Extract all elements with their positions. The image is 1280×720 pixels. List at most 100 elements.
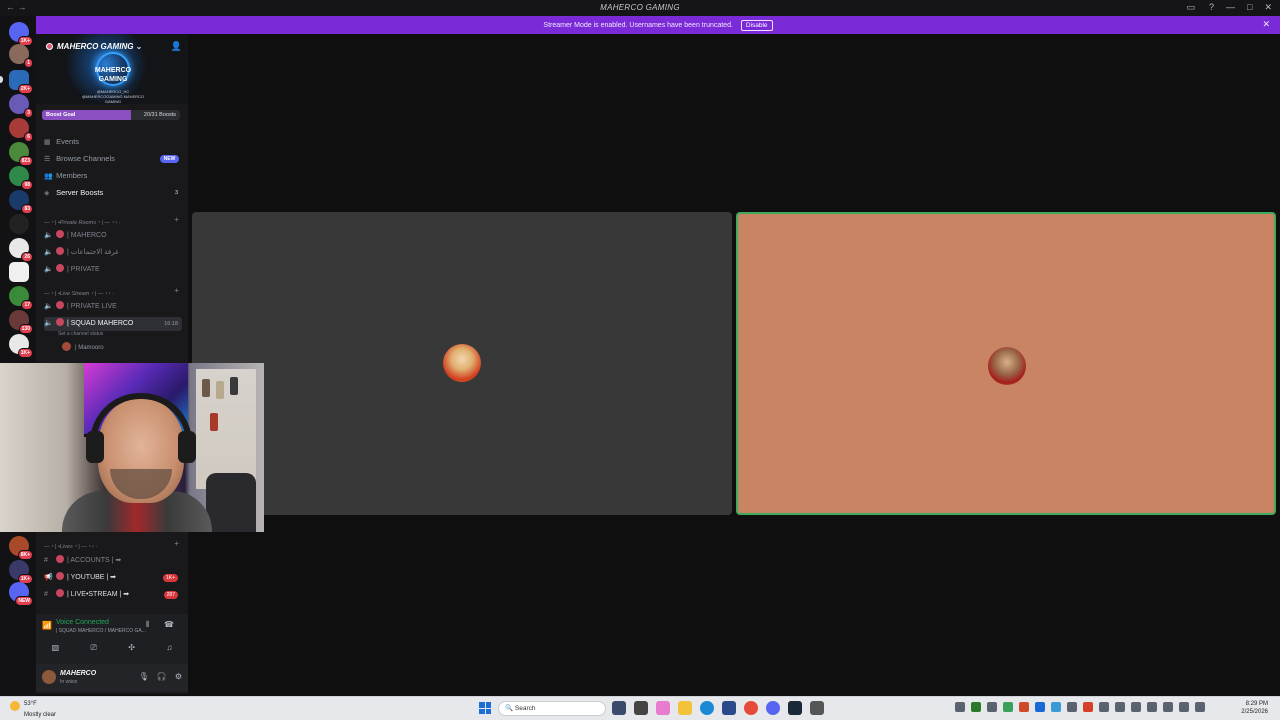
category-live-stream[interactable]: —・| •Live Stream・| —・‹ · <box>44 289 114 297</box>
user-panel: MAHERCO In voice 🎙 🎧 ⚙ <box>36 664 188 692</box>
close-window-button[interactable]: ✕ <box>1264 2 1272 13</box>
voice-channel-private-live[interactable]: 🔈 | PRIVATE LIVE <box>44 300 182 314</box>
server-header[interactable]: MAHERCO GAMING ⌄ 👤 MAHERCO GAMING @MAHER… <box>36 34 188 104</box>
invite-people-icon[interactable]: 👤 <box>171 41 182 52</box>
text-channel-accounts[interactable]: # | ACCOUNTS | ➡ <box>44 554 182 568</box>
category-private-rooms[interactable]: —・| •Private Rooms・| —・‹ · <box>44 218 121 226</box>
server-boosts-count: 3 <box>174 190 178 196</box>
add-channel-icon[interactable]: + <box>174 215 179 224</box>
noise-suppression-icon[interactable]: ⦀ <box>146 620 150 630</box>
screen-share-icon[interactable]: ⎚ <box>91 643 97 653</box>
participant-avatar <box>443 344 481 382</box>
app-icon[interactable] <box>634 701 648 715</box>
server-icon[interactable]: NEW <box>9 582 33 606</box>
new-badge: NEW <box>160 155 179 163</box>
participant-tile[interactable] <box>192 212 732 515</box>
server-boosts-link[interactable]: ◈ Server Boosts <box>44 187 103 199</box>
voice-connection-panel: 📶 Voice Connected | SQUAD MAHERCO / MAHE… <box>36 614 188 664</box>
clock[interactable]: 8:29 PM 2/25/2026 <box>1241 700 1268 716</box>
server-icon[interactable]: 26 <box>9 238 33 262</box>
server-icon[interactable]: 6 <box>9 118 33 142</box>
system-tray[interactable] <box>955 702 1205 712</box>
server-icon[interactable]: 17 <box>9 286 33 310</box>
avatar <box>62 342 71 351</box>
signal-icon[interactable]: 📶 <box>42 621 52 630</box>
voice-call-stage <box>188 34 1280 696</box>
weather-widget[interactable]: 53°F Mostly clear <box>10 700 56 719</box>
server-icon[interactable]: 98 <box>9 166 33 190</box>
app-icon[interactable] <box>722 701 736 715</box>
direct-messages-icon[interactable]: 1K+ <box>9 22 33 46</box>
server-icon-active[interactable]: 2K+ <box>9 70 33 94</box>
disconnect-icon[interactable]: ☎ <box>164 620 174 629</box>
channel-status[interactable]: Set a channel status <box>58 331 103 337</box>
server-icon[interactable]: 83 <box>9 190 33 214</box>
server-icon[interactable]: 130 <box>9 310 33 334</box>
boost-icon: ◈ <box>44 190 50 197</box>
server-icon[interactable]: 1K+ <box>9 334 33 358</box>
voice-channel-meetings[interactable]: 🔈 | غرفة الاجتماعات <box>44 246 182 260</box>
help-icon[interactable]: ? <box>1209 2 1214 13</box>
server-icon[interactable]: 1 <box>9 44 33 68</box>
server-icon[interactable] <box>9 214 29 234</box>
voice-channel-private[interactable]: 🔈 | PRIVATE <box>44 263 182 277</box>
file-explorer-icon[interactable] <box>678 701 692 715</box>
server-icon[interactable]: 823 <box>9 142 33 166</box>
speaker-icon: 🔈 <box>44 266 53 273</box>
members-icon: 👥 <box>44 173 53 180</box>
microphone-icon[interactable]: 🎙 <box>139 672 149 681</box>
app-icon[interactable] <box>656 701 670 715</box>
close-banner-icon[interactable]: ✕ <box>1262 19 1270 30</box>
minimize-button[interactable]: — <box>1226 2 1235 13</box>
text-channel-livestream[interactable]: # | LIVE•STREAM | ➡ 287 <box>44 588 182 602</box>
soundboard-icon[interactable]: ♫ <box>166 643 172 653</box>
task-view-icon[interactable] <box>612 701 626 715</box>
disable-streamer-mode-button[interactable]: Disable <box>740 20 773 31</box>
hashtag-icon: # <box>44 591 48 598</box>
boost-goal-bar[interactable]: Boost Goal 20/31 Boosts <box>42 110 180 120</box>
voice-channel-squad-maherco[interactable]: 🔈 | SQUAD MAHERCO 16:18 <box>44 317 182 331</box>
browse-channels-link[interactable]: ☰ Browse Channels <box>44 153 115 165</box>
headphones-icon[interactable]: 🎧 <box>157 672 167 681</box>
start-button[interactable] <box>479 702 491 714</box>
streamer-mode-banner: Streamer Mode is enabled. Usernames have… <box>36 16 1280 34</box>
events-link[interactable]: ▦ Events <box>44 136 79 148</box>
weather-icon <box>10 701 20 711</box>
voice-member[interactable]: | Mamooro <box>62 342 104 353</box>
voice-channel-path[interactable]: | SQUAD MAHERCO / MAHERCO GA... <box>56 628 160 634</box>
avatar[interactable] <box>42 670 56 684</box>
server-icon[interactable] <box>9 262 29 282</box>
speaker-icon: 🔈 <box>44 303 53 310</box>
speaker-icon: 🔈 <box>44 320 53 327</box>
webcam-overlay <box>0 363 264 532</box>
server-icon[interactable]: 8K+ <box>9 536 33 560</box>
server-name[interactable]: MAHERCO GAMING ⌄ <box>46 42 142 51</box>
inbox-icon[interactable]: ▭ <box>1186 2 1195 13</box>
settings-gear-icon[interactable]: ⚙ <box>175 672 182 681</box>
speaker-icon: 🔈 <box>44 232 53 239</box>
voice-channel-maherco[interactable]: 🔈 | MAHERCO <box>44 229 182 243</box>
hashtag-icon: # <box>44 557 48 564</box>
camera-icon[interactable]: ▧ <box>52 643 60 653</box>
steam-icon[interactable] <box>788 701 802 715</box>
announcement-channel-youtube[interactable]: 📢 | YOUTUBE | ➡ 1K+ <box>44 571 182 585</box>
maximize-button[interactable]: □ <box>1247 2 1252 13</box>
speaker-icon: 🔈 <box>44 249 53 256</box>
username[interactable]: MAHERCO <box>60 670 96 677</box>
members-link[interactable]: 👥 Members <box>44 170 87 182</box>
megaphone-icon: 📢 <box>44 574 53 581</box>
taskbar-search[interactable]: 🔍 Search <box>498 701 606 716</box>
participant-tile-speaking[interactable] <box>736 212 1276 515</box>
add-channel-icon[interactable]: + <box>174 286 179 295</box>
edge-icon[interactable] <box>700 701 714 715</box>
server-icon[interactable]: 1K+ <box>9 560 33 584</box>
chrome-icon[interactable] <box>744 701 758 715</box>
server-icon[interactable]: 3 <box>9 94 33 118</box>
add-channel-icon[interactable]: + <box>174 539 179 548</box>
activities-icon[interactable]: ✣ <box>128 643 135 653</box>
discord-icon[interactable] <box>766 701 780 715</box>
settings-icon[interactable] <box>810 701 824 715</box>
participant-avatar <box>988 347 1026 385</box>
voice-connected-label: Voice Connected <box>56 619 109 626</box>
category-lives[interactable]: —・| •Lives・| —・‹ · <box>44 542 97 550</box>
